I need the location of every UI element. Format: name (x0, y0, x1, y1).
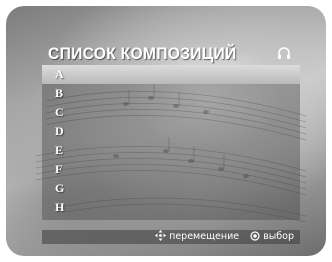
track-label: B (55, 86, 64, 100)
screen: СПИСОК КОМПОЗИЦИЙ A B C D E F G H переме… (0, 0, 332, 262)
page-title: СПИСОК КОМПОЗИЦИЙ (48, 44, 237, 63)
list-item[interactable]: F (42, 160, 300, 179)
four-way-arrows-icon (155, 230, 167, 241)
track-label: C (55, 105, 64, 119)
help-bar: перемещение выбор (42, 230, 300, 244)
track-label: A (55, 67, 64, 81)
track-label: F (55, 162, 63, 176)
list-item[interactable]: A (42, 65, 300, 84)
select-hint-label: выбор (263, 231, 294, 242)
track-label: G (55, 181, 65, 195)
list-item[interactable]: B (42, 84, 300, 103)
track-label: H (55, 200, 65, 214)
tv-menu-panel: СПИСОК КОМПОЗИЦИЙ A B C D E F G H переме… (6, 6, 326, 256)
enter-button-icon (250, 230, 260, 241)
track-list: A B C D E F G H (42, 65, 300, 220)
list-item[interactable]: G (42, 179, 300, 198)
list-item[interactable]: D (42, 122, 300, 141)
list-item[interactable]: H (42, 198, 300, 217)
track-label: E (55, 143, 64, 157)
track-label: D (55, 124, 64, 138)
list-item[interactable]: E (42, 141, 300, 160)
move-hint-label: перемещение (169, 231, 240, 242)
list-item[interactable]: C (42, 103, 300, 122)
headphones-icon (278, 47, 290, 59)
navigation-hint: перемещение выбор (155, 230, 294, 244)
